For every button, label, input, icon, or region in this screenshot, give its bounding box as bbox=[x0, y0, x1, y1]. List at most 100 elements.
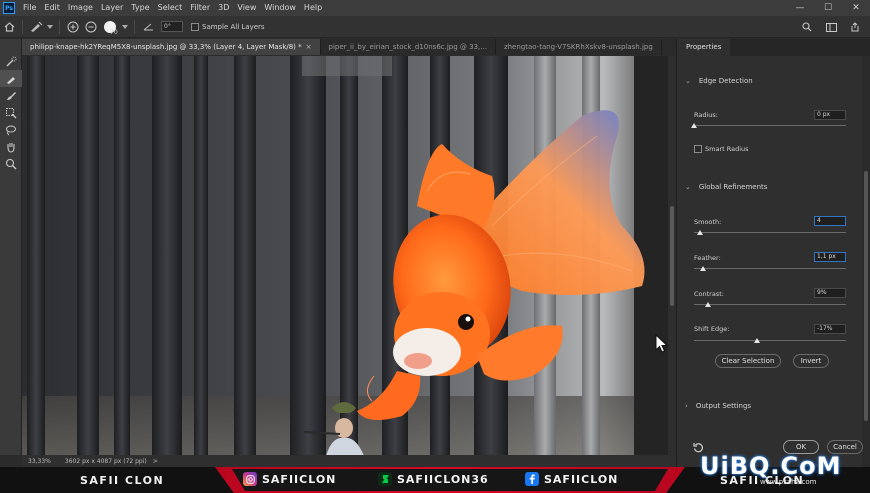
smart-radius-option[interactable]: Smart Radius bbox=[694, 145, 749, 153]
contrast-slider-thumb[interactable] bbox=[704, 302, 711, 307]
menu-filter[interactable]: Filter bbox=[186, 0, 214, 16]
facebook-icon bbox=[525, 472, 539, 486]
output-settings-section[interactable]: › Output Settings bbox=[685, 402, 751, 410]
menu-window[interactable]: Window bbox=[260, 0, 300, 16]
tab-zhengtao-tang[interactable]: zhengtao-tang-V7SKRhXskv8-unsplash.jpg bbox=[496, 39, 662, 55]
shift-edge-slider[interactable] bbox=[694, 340, 846, 341]
refine-brush-tool-icon[interactable] bbox=[27, 18, 45, 36]
menu-view[interactable]: View bbox=[233, 0, 260, 16]
section-title: Edge Detection bbox=[698, 77, 753, 85]
mouse-cursor-icon bbox=[655, 334, 668, 353]
menu-select[interactable]: Select bbox=[154, 0, 187, 16]
facebook-text: SAFIICLON bbox=[544, 472, 619, 486]
feather-slider-thumb[interactable] bbox=[700, 266, 707, 271]
sample-all-layers-label: Sample All Layers bbox=[202, 22, 265, 31]
angle-field[interactable]: 0° bbox=[161, 21, 183, 32]
menu-file[interactable]: File bbox=[19, 0, 40, 16]
menu-layer[interactable]: Layer bbox=[97, 0, 127, 16]
panel-scrollbar-thumb[interactable] bbox=[864, 171, 868, 421]
menu-3d[interactable]: 3D bbox=[214, 0, 233, 16]
edge-detection-section[interactable]: ⌄ Edge Detection bbox=[685, 77, 753, 85]
smooth-label: Smooth: bbox=[694, 218, 722, 226]
panel-scrollbar[interactable] bbox=[862, 56, 870, 467]
shift-edge-field[interactable]: -17% bbox=[814, 324, 846, 334]
sample-all-layers-option[interactable]: Sample All Layers bbox=[191, 22, 265, 31]
menu-bar: Ps File Edit Image Layer Type Select Fil… bbox=[0, 0, 870, 16]
share-icon[interactable] bbox=[846, 18, 864, 36]
chevron-right-icon[interactable]: › bbox=[685, 402, 688, 410]
search-icon[interactable] bbox=[798, 18, 816, 36]
banner-left-name: SAFII CLON bbox=[80, 474, 165, 487]
contrast-field[interactable]: 9% bbox=[814, 288, 846, 298]
tab-label: zhengtao-tang-V7SKRhXskv8-unsplash.jpg bbox=[503, 43, 653, 51]
properties-panel: Properties ⌄ Edge Detection Radius: 0 px… bbox=[676, 39, 870, 467]
document-size: 3602 px x 4087 px (72 ppi) bbox=[64, 457, 147, 465]
chevron-down-icon[interactable]: ⌄ bbox=[685, 183, 691, 191]
zoom-level[interactable]: 33,33% bbox=[28, 458, 51, 465]
separator bbox=[59, 19, 60, 34]
minimize-button[interactable]: — bbox=[786, 0, 814, 16]
contrast-slider[interactable] bbox=[694, 304, 846, 305]
smart-radius-label: Smart Radius bbox=[705, 145, 749, 153]
status-bar: 33,33% 3602 px x 4087 px (72 ppi) > bbox=[22, 455, 676, 467]
menu-type[interactable]: Type bbox=[127, 0, 153, 16]
options-bar: 70 0° Sample All Layers bbox=[0, 16, 870, 38]
dropdown-arrow-icon[interactable] bbox=[45, 18, 55, 36]
zoom-tool-icon[interactable] bbox=[0, 155, 22, 172]
clear-selection-button[interactable]: Clear Selection bbox=[715, 354, 781, 368]
instagram-icon bbox=[243, 472, 257, 486]
document-canvas[interactable] bbox=[22, 56, 668, 456]
add-to-mask-icon[interactable] bbox=[64, 18, 82, 36]
chevron-down-icon[interactable]: ⌄ bbox=[685, 77, 691, 85]
home-icon[interactable] bbox=[0, 18, 18, 36]
contrast-label: Contrast: bbox=[694, 290, 724, 298]
window-controls: — ☐ ✕ bbox=[786, 0, 870, 16]
hand-tool-icon[interactable] bbox=[0, 138, 22, 155]
tab-properties[interactable]: Properties bbox=[677, 39, 731, 56]
feather-slider[interactable] bbox=[694, 268, 846, 269]
tab-label: philipp-knape-hk2YReqM5X8-unsplash.jpg @… bbox=[30, 43, 302, 51]
global-refinements-section[interactable]: ⌄ Global Refinements bbox=[685, 183, 767, 191]
brush-size-value: 70 bbox=[110, 29, 118, 36]
brush-tool-icon[interactable] bbox=[0, 87, 22, 104]
smart-radius-checkbox[interactable] bbox=[694, 145, 702, 153]
angle-icon bbox=[139, 18, 157, 36]
smooth-slider-thumb[interactable] bbox=[697, 230, 704, 235]
status-menu-icon[interactable]: > bbox=[153, 458, 158, 465]
tab-piper-ii[interactable]: piper_ii_by_eirian_stock_d10ns6c.jpg @ 3… bbox=[321, 39, 496, 55]
canvas-vertical-scrollbar[interactable] bbox=[668, 56, 676, 456]
lasso-tool-icon[interactable] bbox=[0, 121, 22, 138]
radius-field[interactable]: 0 px bbox=[814, 110, 846, 120]
deviantart-text: SAFIICLON36 bbox=[397, 472, 489, 486]
deviantart-icon bbox=[378, 472, 392, 486]
tab-philipp-knape[interactable]: philipp-knape-hk2YReqM5X8-unsplash.jpg @… bbox=[22, 39, 321, 55]
canvas-artwork bbox=[22, 56, 668, 456]
close-tab-icon[interactable]: × bbox=[306, 43, 312, 51]
menu-help[interactable]: Help bbox=[300, 0, 326, 16]
quick-selection-tool-icon[interactable] bbox=[0, 53, 22, 70]
smooth-slider[interactable] bbox=[694, 232, 846, 233]
object-selection-tool-icon[interactable] bbox=[0, 104, 22, 121]
subtract-from-mask-icon[interactable] bbox=[82, 18, 100, 36]
invert-button[interactable]: Invert bbox=[793, 354, 829, 368]
close-button[interactable]: ✕ bbox=[842, 0, 870, 16]
scrollbar-thumb[interactable] bbox=[670, 206, 674, 306]
refine-edge-brush-tool-icon[interactable] bbox=[0, 70, 22, 87]
brush-dropdown-icon[interactable] bbox=[120, 18, 130, 36]
radius-slider-thumb[interactable] bbox=[691, 123, 697, 128]
feather-field[interactable]: 1,1 px bbox=[814, 252, 846, 262]
smooth-field[interactable]: 4 bbox=[814, 216, 846, 226]
options-bar-right bbox=[798, 16, 864, 38]
section-title: Global Refinements bbox=[698, 183, 768, 191]
shift-edge-slider-thumb[interactable] bbox=[754, 338, 761, 343]
site-watermark: UiBQ.CoM bbox=[700, 452, 842, 480]
tab-label: piper_ii_by_eirian_stock_d10ns6c.jpg @ 3… bbox=[328, 43, 487, 51]
section-title: Output Settings bbox=[695, 402, 752, 410]
shift-edge-label: Shift Edge: bbox=[694, 325, 730, 333]
menu-image[interactable]: Image bbox=[64, 0, 97, 16]
maximize-button[interactable]: ☐ bbox=[814, 0, 842, 16]
radius-slider[interactable] bbox=[694, 125, 846, 126]
workspace-icon[interactable] bbox=[822, 18, 840, 36]
menu-edit[interactable]: Edit bbox=[40, 0, 64, 16]
sample-all-layers-checkbox[interactable] bbox=[191, 22, 199, 31]
